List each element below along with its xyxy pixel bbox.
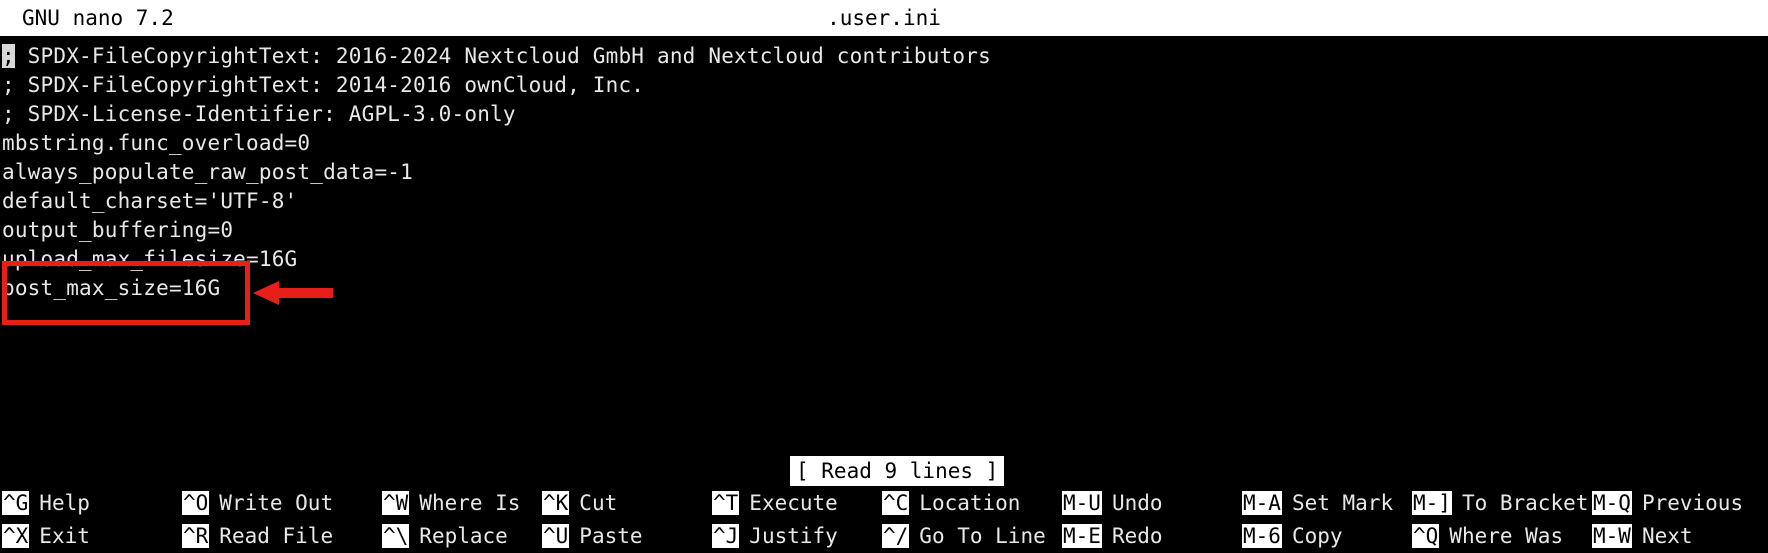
shortcut-key: ^K — [542, 491, 570, 515]
shortcut-key: M-6 — [1242, 524, 1282, 548]
shortcut-label: Previous — [1641, 491, 1744, 515]
shortcut-label: Next — [1641, 524, 1693, 548]
shortcut-key: ^\ — [382, 524, 410, 548]
editor-line[interactable]: post_max_size=16G — [2, 272, 220, 304]
editor-line-text: ; SPDX-License-Identifier: AGPL-3.0-only — [2, 102, 516, 126]
shortcut-key: M-U — [1062, 491, 1102, 515]
shortcut-label: Execute — [749, 491, 838, 515]
shortcut-exit[interactable]: ^X Exit — [2, 520, 90, 553]
titlebar: GNU nano 7.2 .user.ini — [0, 0, 1768, 36]
shortcut-key: M-Q — [1592, 491, 1632, 515]
shortcut-label: Where Was — [1449, 524, 1564, 548]
editor-line[interactable]: ; SPDX-FileCopyrightText: 2016-2024 Next… — [2, 40, 991, 72]
shortcut-cut[interactable]: ^K Cut — [542, 487, 617, 520]
shortcut-next[interactable]: M-W Next — [1592, 520, 1693, 553]
editor-line-text: SPDX-FileCopyrightText: 2016-2024 Nextcl… — [14, 44, 991, 68]
shortcut-label: Help — [39, 491, 90, 515]
shortcut-key: M-A — [1242, 491, 1282, 515]
shortcut-paste[interactable]: ^U Paste — [542, 520, 643, 553]
editor-line[interactable]: default_charset='UTF-8' — [2, 185, 297, 217]
shortcut-set-mark[interactable]: M-A Set Mark — [1242, 487, 1393, 520]
shortcut-label: Justify — [749, 524, 838, 548]
editor-line[interactable]: ; SPDX-FileCopyrightText: 2014-2016 ownC… — [2, 69, 644, 101]
editor-line-text: upload_max_filesize=16G — [2, 247, 298, 271]
editor-line-text: mbstring.func_overload=0 — [2, 131, 311, 155]
shortcut-location[interactable]: ^C Location — [882, 487, 1020, 520]
shortcut-key: ^T — [712, 491, 740, 515]
shortcut-key: ^W — [382, 491, 410, 515]
shortcut-label: Cut — [579, 491, 618, 515]
shortcut-go-to-line[interactable]: ^/ Go To Line — [882, 520, 1046, 553]
editor-line-text: default_charset='UTF-8' — [2, 189, 298, 213]
editor-line-text: output_buffering=0 — [2, 218, 234, 242]
editor-line-text: post_max_size=16G — [2, 276, 221, 300]
shortcut-label: Undo — [1111, 491, 1163, 515]
editor-line-text: always_populate_raw_post_data=-1 — [2, 160, 413, 184]
editor-line-text: ; SPDX-FileCopyrightText: 2014-2016 ownC… — [2, 73, 645, 97]
shortcut-label: Read File — [219, 524, 334, 548]
shortcut-where-is[interactable]: ^W Where Is — [382, 487, 520, 520]
shortcut-label: Paste — [579, 524, 643, 548]
status-message: [ Read 9 lines ] — [790, 456, 1005, 486]
shortcut-label: Copy — [1291, 524, 1343, 548]
shortcut-key: M-] — [1412, 491, 1452, 515]
shortcut-execute[interactable]: ^T Execute — [712, 487, 838, 520]
shortcut-read-file[interactable]: ^R Read File — [182, 520, 333, 553]
shortcut-key: ^J — [712, 524, 740, 548]
shortcut-key: ^G — [2, 491, 30, 515]
editor-line[interactable]: mbstring.func_overload=0 — [2, 127, 310, 159]
shortcut-key: ^R — [182, 524, 210, 548]
shortcut-redo[interactable]: M-E Redo — [1062, 520, 1163, 553]
nano-editor-window: GNU nano 7.2 .user.ini ; SPDX-FileCopyri… — [0, 0, 1768, 553]
shortcut-key: M-E — [1062, 524, 1102, 548]
shortcut-key: ^O — [182, 491, 210, 515]
shortcut-row-1: ^G Help ^O Write Out ^W Where Is ^K Cut ^T Execut… — [0, 487, 1768, 520]
shortcut-undo[interactable]: M-U Undo — [1062, 487, 1163, 520]
shortcut-label: To Bracket — [1461, 491, 1589, 515]
shortcut-key: ^/ — [882, 524, 910, 548]
editor-line[interactable]: upload_max_filesize=16G — [2, 243, 297, 275]
editor-line[interactable]: ; SPDX-License-Identifier: AGPL-3.0-only — [2, 98, 516, 130]
shortcut-label: Write Out — [219, 491, 334, 515]
shortcut-key: M-W — [1592, 524, 1632, 548]
shortcut-previous[interactable]: M-Q Previous — [1592, 487, 1743, 520]
shortcut-label: Set Mark — [1291, 491, 1394, 515]
editor-line[interactable]: always_populate_raw_post_data=-1 — [2, 156, 413, 188]
shortcut-label: Replace — [419, 524, 508, 548]
shortcut-key: ^C — [882, 491, 910, 515]
shortcut-replace[interactable]: ^\ Replace — [382, 520, 508, 553]
shortcut-key: ^X — [2, 524, 30, 548]
shortcut-label: Redo — [1111, 524, 1163, 548]
shortcut-label: Where Is — [419, 491, 521, 515]
shortcut-bar: ^G Help ^O Write Out ^W Where Is ^K Cut ^T Execut… — [0, 487, 1768, 553]
text-cursor: ; — [2, 44, 15, 68]
shortcut-label: Exit — [39, 524, 90, 548]
editor-text-area[interactable]: ; SPDX-FileCopyrightText: 2016-2024 Next… — [0, 40, 1768, 460]
editor-line[interactable]: output_buffering=0 — [2, 214, 233, 246]
shortcut-write-out[interactable]: ^O Write Out — [182, 487, 333, 520]
shortcut-label: Location — [919, 491, 1021, 515]
shortcut-key: ^U — [542, 524, 570, 548]
shortcut-to-bracket[interactable]: M-] To Bracket — [1412, 487, 1588, 520]
shortcut-row-2: ^X Exit ^R Read File ^\ Replace ^U Paste ^J Justi… — [0, 520, 1768, 553]
shortcut-key: ^Q — [1412, 524, 1440, 548]
shortcut-help[interactable]: ^G Help — [2, 487, 90, 520]
shortcut-where-was[interactable]: ^Q Where Was — [1412, 520, 1563, 553]
shortcut-label: Go To Line — [919, 524, 1046, 548]
shortcut-copy[interactable]: M-6 Copy — [1242, 520, 1343, 553]
titlebar-filename: .user.ini — [827, 6, 941, 30]
shortcut-justify[interactable]: ^J Justify — [712, 520, 838, 553]
